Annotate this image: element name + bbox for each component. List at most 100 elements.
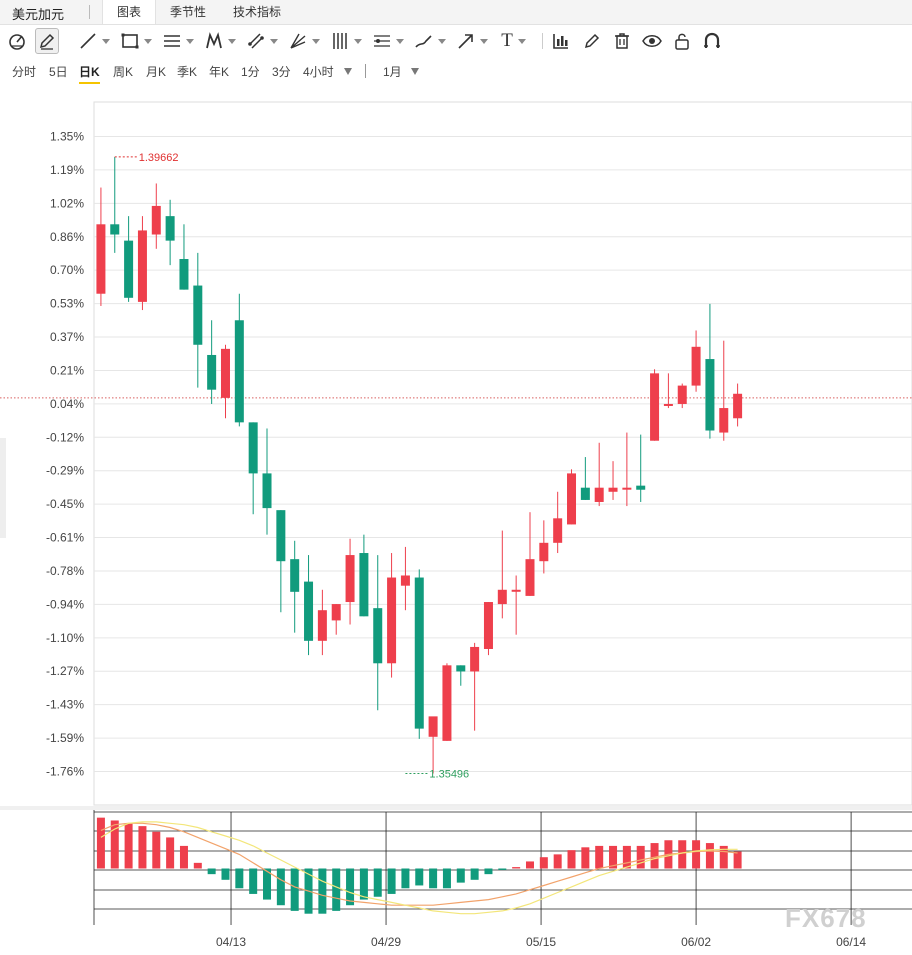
candle-body bbox=[124, 240, 134, 298]
macd-histogram-bar bbox=[124, 823, 133, 869]
macd-histogram-bar bbox=[346, 868, 355, 906]
candle-body bbox=[234, 320, 244, 423]
macd-histogram-bar bbox=[692, 840, 701, 869]
price-tick-label: -0.45% bbox=[46, 497, 84, 511]
date-tick-label: 04/13 bbox=[216, 935, 246, 949]
macd-histogram-bar bbox=[96, 817, 105, 869]
candle-body bbox=[359, 553, 369, 617]
price-tick-label: 0.86% bbox=[50, 230, 84, 244]
candle-body bbox=[276, 510, 286, 562]
macd-histogram-bar bbox=[235, 868, 244, 889]
candle-body bbox=[705, 359, 715, 431]
candle-body bbox=[387, 577, 397, 664]
candle-body bbox=[331, 604, 341, 621]
candle-body bbox=[317, 610, 327, 641]
macd-histogram-bar bbox=[733, 851, 742, 869]
price-tick-label: 0.37% bbox=[50, 330, 84, 344]
panel-separator[interactable] bbox=[0, 806, 912, 810]
macd-histogram-bar bbox=[705, 843, 714, 869]
candle-body bbox=[677, 385, 687, 404]
candle-body bbox=[456, 665, 466, 672]
candle-body bbox=[567, 473, 577, 525]
candle-body bbox=[650, 373, 660, 441]
price-tick-label: 1.19% bbox=[50, 163, 84, 177]
candle-body bbox=[151, 205, 161, 235]
candle-body bbox=[165, 216, 175, 241]
candle-body bbox=[193, 285, 203, 345]
macd-histogram-bar bbox=[359, 868, 368, 900]
candle-body bbox=[580, 487, 590, 500]
macd-histogram-bar bbox=[484, 868, 493, 875]
candle-body bbox=[304, 581, 314, 641]
price-tick-label: 0.53% bbox=[50, 297, 84, 311]
macd-histogram-bar bbox=[498, 868, 507, 870]
candle-body bbox=[290, 559, 300, 592]
macd-histogram-bar bbox=[373, 868, 382, 897]
macd-histogram-bar bbox=[332, 868, 341, 911]
price-tick-label: -1.43% bbox=[46, 698, 84, 712]
candle-body bbox=[525, 559, 535, 596]
macd-histogram-bar bbox=[276, 868, 285, 906]
candle-body bbox=[663, 403, 673, 406]
macd-histogram-bar bbox=[249, 868, 258, 894]
date-axis: 04/13 04/29 05/15 06/02 06/14 bbox=[216, 935, 866, 949]
macd-histogram-bar bbox=[650, 843, 659, 869]
macd-histogram-bar bbox=[221, 868, 230, 880]
candle-body bbox=[414, 577, 424, 729]
price-tick-label: 0.70% bbox=[50, 263, 84, 277]
candle-body bbox=[179, 259, 189, 290]
price-tick-label: 0.04% bbox=[50, 397, 84, 411]
date-tick-label: 05/15 bbox=[526, 935, 556, 949]
macd-histogram-bar bbox=[581, 847, 590, 869]
candle-body bbox=[96, 224, 106, 294]
candle-body bbox=[207, 354, 217, 390]
price-tick-label: -1.27% bbox=[46, 664, 84, 678]
price-tick-label: -1.76% bbox=[46, 765, 84, 779]
macd-histogram-bar bbox=[387, 868, 396, 894]
price-tick-label: 1.35% bbox=[50, 130, 84, 144]
candle-body bbox=[539, 542, 549, 562]
price-tick-label: -0.94% bbox=[46, 597, 84, 611]
macd-histogram-bar bbox=[595, 845, 604, 869]
candle-body bbox=[719, 408, 729, 433]
date-tick-label: 06/14 bbox=[836, 935, 866, 949]
candle-body bbox=[262, 473, 272, 509]
candle-body bbox=[594, 487, 604, 502]
macd-histogram-bar bbox=[193, 862, 202, 869]
macd-histogram-bar bbox=[456, 868, 465, 883]
low-price-label: 1.35496 bbox=[429, 769, 469, 781]
candle-body bbox=[608, 487, 618, 492]
macd-histogram-bar bbox=[401, 868, 410, 889]
macd-histogram-bar bbox=[290, 868, 299, 911]
candle-body bbox=[691, 346, 701, 386]
macd-histogram-bar bbox=[318, 868, 327, 914]
price-axis: 1.35% 1.19% 1.02% 0.86% 0.70% 0.53% 0.37% 0.21%… bbox=[46, 130, 84, 779]
candle-body bbox=[110, 224, 120, 235]
candle-body bbox=[622, 487, 632, 490]
candle-body bbox=[636, 485, 646, 490]
candle-body bbox=[400, 575, 410, 586]
candle-body bbox=[373, 608, 383, 664]
macd-histogram-bar bbox=[415, 868, 424, 886]
price-chart[interactable]: 1.35% 1.19% 1.02% 0.86% 0.70% 0.53% 0.37% 0.21%… bbox=[0, 0, 912, 955]
macd-histogram-bar bbox=[442, 868, 451, 889]
macd-histogram-bar bbox=[138, 826, 147, 869]
macd-histogram-bar bbox=[539, 857, 548, 869]
candle-body bbox=[428, 716, 438, 737]
macd-histogram-bar bbox=[636, 845, 645, 869]
candle-body bbox=[137, 230, 147, 302]
candle-body bbox=[248, 422, 258, 474]
watermark: FX678 bbox=[785, 903, 867, 933]
price-panel-border bbox=[93, 101, 912, 806]
candle-body bbox=[511, 589, 521, 592]
candle-body bbox=[442, 665, 452, 741]
date-tick-label: 06/02 bbox=[681, 935, 711, 949]
price-tick-label: 1.02% bbox=[50, 196, 84, 210]
price-tick-label: -0.78% bbox=[46, 564, 84, 578]
macd-histogram-bar bbox=[567, 850, 576, 869]
date-tick-label: 04/29 bbox=[371, 935, 401, 949]
macd-histogram-bar bbox=[429, 868, 438, 889]
candle-body bbox=[733, 393, 743, 419]
candle-body bbox=[483, 602, 493, 649]
macd-histogram-bar bbox=[553, 854, 562, 869]
